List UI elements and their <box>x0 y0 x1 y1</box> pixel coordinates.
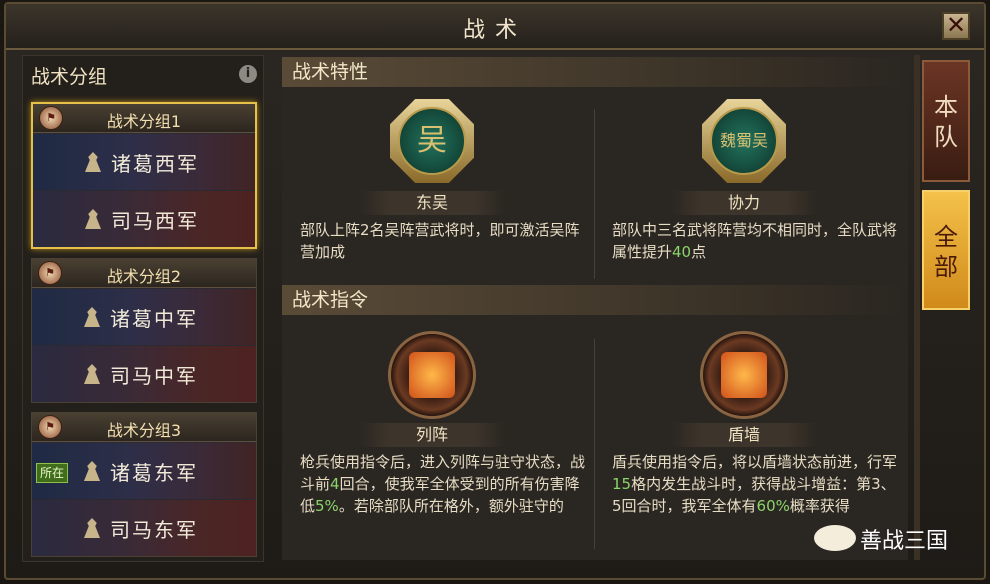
shield-wall-icon <box>700 331 788 419</box>
army-row[interactable]: 诸葛中军 <box>32 288 256 345</box>
trait-card-wu[interactable]: 吴 东吴 部队上阵2名吴阵营武将时，即可激活吴阵营加成 <box>282 91 582 281</box>
army-row[interactable]: 司马西军 <box>33 190 255 247</box>
tactic-group-2[interactable]: ⚑ 战术分组2 诸葛中军 司马中军 <box>31 258 257 403</box>
desc-text: 部队中三名武将阵营均不相同时，全队武将属性提升 <box>612 221 898 261</box>
current-location-badge: 所在 <box>36 463 69 483</box>
soldier-icon <box>85 152 101 172</box>
soldier-icon <box>84 461 100 481</box>
desc-highlight: 60% <box>756 497 790 515</box>
desc-text: 概率获得 <box>789 497 850 515</box>
soldier-icon <box>84 307 100 327</box>
traits-heading: 战术特性 <box>282 57 908 87</box>
group-title: 战术分组1 <box>106 112 182 131</box>
group-header: ⚑ 战术分组2 <box>32 259 256 288</box>
tactic-group-1[interactable]: ⚑ 战术分组1 诸葛西军 司马西军 <box>31 102 257 249</box>
trait-description: 部队上阵2名吴阵营武将时，即可激活吴阵营加成 <box>300 221 580 261</box>
order-card-shieldwall[interactable]: 盾墙 盾兵使用指令后，将以盾墙状态前进，行军 15格内发生战斗时，获得战斗增益：第… <box>594 323 897 515</box>
watermark: 善战三国 <box>860 529 949 554</box>
trait-card-synergy[interactable]: 魏蜀吴 协力 部队中三名武将阵营均不相同时，全队武将属性提升40点 <box>594 91 897 281</box>
watermark-blob <box>814 525 856 551</box>
emblem-text: 吴 <box>398 107 466 175</box>
army-row[interactable]: 司马中军 <box>32 345 256 402</box>
close-icon[interactable]: ✕ <box>942 12 970 40</box>
title-bar: 战术 ✕ <box>6 4 984 50</box>
emblem-text: 魏蜀吴 <box>710 107 778 175</box>
three-kingdoms-emblem-icon: 魏蜀吴 <box>702 99 786 183</box>
army-name: 司马中军 <box>110 364 198 388</box>
tab-all[interactable]: 全部 <box>922 190 970 310</box>
group-header: ⚑ 战术分组1 <box>33 104 255 133</box>
army-name: 司马西军 <box>111 209 199 233</box>
order-label: 盾墙 <box>672 423 816 447</box>
tactic-group-3[interactable]: ⚑ 战术分组3 所在 诸葛东军 司马东军 <box>31 412 257 557</box>
order-description: 枪兵使用指令后，进入列阵与驻守状态，战斗前4回合，使我军全体受到的所有伤害降低5… <box>300 451 590 517</box>
wu-emblem-icon: 吴 <box>390 99 474 183</box>
army-row[interactable]: 司马东军 <box>32 499 256 556</box>
army-name: 诸葛中军 <box>110 307 198 331</box>
army-row[interactable]: 所在 诸葛东军 <box>32 442 256 499</box>
soldier-icon <box>85 209 101 229</box>
info-icon[interactable]: i <box>239 65 257 83</box>
panel-heading: 战术分组 <box>31 66 108 88</box>
tab-own-team[interactable]: 本队 <box>922 60 970 182</box>
army-row[interactable]: 诸葛西军 <box>33 133 255 190</box>
desc-highlight: 5% <box>315 497 339 515</box>
army-name: 司马东军 <box>110 518 198 542</box>
group-header: ⚑ 战术分组3 <box>32 413 256 442</box>
desc-highlight: 15 <box>612 475 632 493</box>
group-title: 战术分组2 <box>106 267 182 286</box>
formation-glyph <box>409 352 455 398</box>
order-label: 列阵 <box>360 423 504 447</box>
desc-text: 格内发生战斗时，获得战斗增益：第3、5回合时，我军全体有 <box>612 475 896 515</box>
dialog-title: 战术 <box>462 18 527 43</box>
group-title: 战术分组3 <box>106 421 182 440</box>
order-description: 盾兵使用指令后，将以盾墙状态前进，行军 15格内发生战斗时，获得战斗增益：第3、5… <box>612 451 902 517</box>
soldier-icon <box>84 364 100 384</box>
scroll-rail[interactable] <box>914 55 920 560</box>
order-card-formation[interactable]: 列阵 枪兵使用指令后，进入列阵与驻守状态，战斗前4回合，使我军全体受到的所有伤害… <box>282 323 585 515</box>
orders-heading: 战术指令 <box>282 285 908 315</box>
desc-text: 盾兵使用指令后，将以盾墙状态前进，行军 <box>612 453 898 471</box>
shield-glyph <box>721 352 767 398</box>
spearmen-formation-icon <box>388 331 476 419</box>
desc-text: 点 <box>691 243 707 261</box>
desc-text: 。若除部队所在格外，额外驻守的 <box>338 497 564 515</box>
army-name: 诸葛东军 <box>110 461 198 485</box>
tactic-detail-panel: 战术特性 吴 东吴 部队上阵2名吴阵营武将时，即可激活吴阵营加成 魏蜀吴 协力 … <box>282 55 908 560</box>
desc-highlight: 4 <box>330 475 340 493</box>
desc-highlight: 40 <box>672 243 692 261</box>
trait-label: 东吴 <box>360 191 504 215</box>
tactic-group-panel: 战术分组 i ⚑ 战术分组1 诸葛西军 司马西军 ⚑ 战术分组2 诸葛中军 司马… <box>22 55 264 562</box>
soldier-icon <box>84 518 100 538</box>
trait-label: 协力 <box>672 191 816 215</box>
trait-description: 部队中三名武将阵营均不相同时，全队武将属性提升40点 <box>612 219 902 263</box>
army-name: 诸葛西军 <box>111 152 199 176</box>
